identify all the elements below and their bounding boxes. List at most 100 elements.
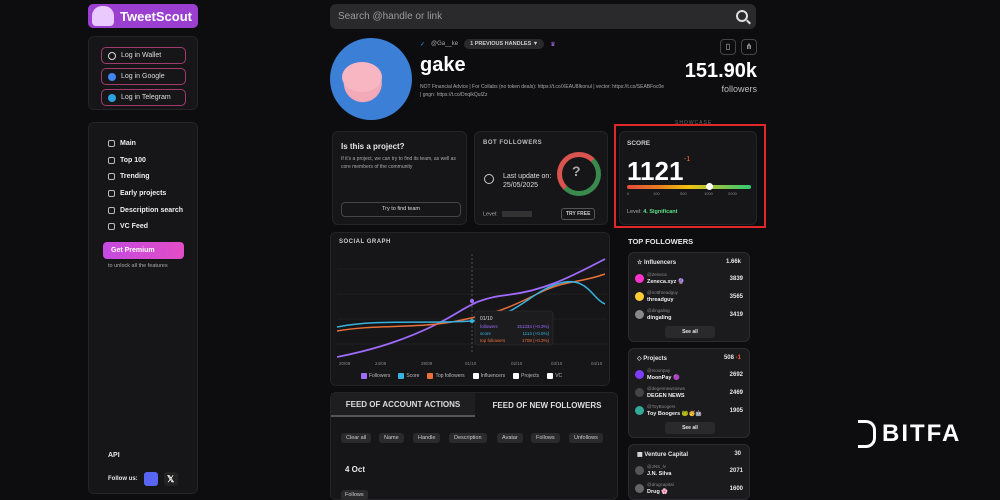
avatar [635,310,644,319]
followers-count: 151.90k [684,60,757,82]
previous-handles-dropdown[interactable]: 1 PREVIOUS HANDLES ▼ [464,39,545,49]
legend-label: Top followers [435,373,465,379]
filter-unfollows[interactable]: Unfollows [569,433,603,443]
brand-name: TweetScout [120,8,192,24]
tooltip-row-value: 1708 (+0.3%) [522,338,550,343]
tooltip-row-label: top followers [480,338,506,343]
legend-top-followers[interactable]: Top followers [427,373,465,379]
project-card-title: Is this a project? [341,142,405,151]
sidebar-item-label: Main [120,140,136,147]
checkbox-icon [472,373,479,379]
profile-handle[interactable]: @Ga__ke [431,41,458,47]
list-item[interactable]: @notthreadguy threadguy 3565 [635,289,743,307]
avatar [635,406,644,415]
follower-name: J.N. Silva [647,471,672,477]
find-team-button[interactable]: Try to find team [341,202,461,217]
list-item[interactable]: @degennewsnews DEGEN NEWS 2469 [635,385,743,403]
search-bar[interactable]: Search @handle or link [330,4,756,29]
twitter-icon: ✓ [420,41,426,48]
bot-update-info: Last update on: 25/05/2025 [503,172,551,190]
share-icon[interactable]: ⋔ [741,39,757,55]
sidebar-item-main[interactable]: Main [108,140,136,147]
avatar [635,274,644,283]
legend-influencers[interactable]: Influencers [472,373,505,379]
list-item[interactable]: @drugcapital Drug 🌸 1600 [635,481,743,499]
api-link[interactable]: API [108,452,120,459]
blurred-value [501,211,532,217]
legend-projects[interactable]: Projects [513,373,539,379]
sidebar-item-vc-feed[interactable]: VC Feed [108,223,148,230]
projects-card: ◇ Projects 508 -1 @moonpay MoonPay 🟣 269… [628,348,750,438]
group-count-wrap: 508 -1 [724,355,741,361]
see-all-button[interactable]: See all [665,422,715,434]
avatar [635,388,644,397]
follower-name: dingaling [647,315,672,321]
tab-account-actions[interactable]: FEED OF ACCOUNT ACTIONS [331,393,475,417]
list-item[interactable]: @JNS_lv J.N. Silva 2071 [635,463,743,481]
filter-clear-all[interactable]: Clear all [341,433,372,443]
get-premium-button[interactable]: Get Premium [103,242,184,259]
follower-score: 3565 [729,294,743,300]
list-item[interactable]: @ToyBoogers Toy Boogers 🐸🥳🤖 1905 [635,403,743,421]
tab-new-followers[interactable]: FEED OF NEW FOLLOWERS [475,393,619,417]
try-free-button[interactable]: TRY FREE [561,208,596,220]
list-item[interactable]: @Zeneca Zeneca.xyz 🔮 3839 [635,271,743,289]
x-tick-label: 01/10 [465,361,477,366]
sidebar-item-early-projects[interactable]: Early projects [108,190,166,197]
checkbox-icon [547,373,554,379]
search-input[interactable]: Search @handle or link [338,11,442,22]
follower-name: Toy Boogers 🐸🥳🤖 [647,411,703,417]
list-item[interactable]: @dingaling dingaling 3419 [635,307,743,325]
bot-update-label: Last update on: [503,173,552,180]
login-google-button[interactable]: Log in Google [101,68,186,85]
filter-follows[interactable]: Follows [531,433,560,443]
sidebar-item-label: Early projects [120,190,167,197]
tooltip-row-value: 1114 (+0.5%) [523,331,550,336]
search-icon[interactable] [736,10,748,22]
feed-panel: FEED OF ACCOUNT ACTIONS FEED OF NEW FOLL… [330,392,618,500]
legend-followers[interactable]: Followers [361,373,390,379]
tooltip-row-label: score [480,331,492,336]
sidebar-item-description-search[interactable]: Description search [108,207,183,214]
filter-description[interactable]: Description [449,433,487,443]
follower-name: MoonPay 🟣 [647,375,680,381]
follower-name: Drug 🌸 [647,489,669,495]
group-name: Influencers [644,260,677,266]
brand-logo[interactable]: TweetScout [88,4,198,28]
score-highlight-box [614,124,766,228]
login-telegram-label: Log in Telegram [121,94,171,101]
followers-line [337,258,606,358]
discord-icon[interactable] [143,472,158,486]
checkbox-icon [513,373,520,379]
sidebar-item-top100[interactable]: Top 100 [108,157,146,164]
sidebar-item-trending[interactable]: Trending [108,173,150,180]
follower-handle: @Zeneca [647,272,667,277]
social-graph-chart[interactable]: 01/10 followers 151334 (+0.3%) score 111… [337,249,607,369]
legend-score[interactable]: Score [398,373,419,379]
feed-item-follows[interactable]: Follows [341,490,368,500]
login-telegram-button[interactable]: Log in Telegram [101,89,186,106]
legend-vc[interactable]: VC [547,373,562,379]
bookmark-icon[interactable]: ▯ [720,39,736,55]
list-item[interactable]: @moonpay MoonPay 🟣 2692 [635,367,743,385]
top-followers-title: TOP FOLLOWERS [628,237,694,246]
feed-icon [108,223,115,230]
social-graph-card: SOCIAL GRAPH 01/10 followers 151334 (+0.… [330,232,610,386]
x-icon[interactable]: 𝕏 [163,472,178,486]
project-card-desc: If it's a project, we can try to find it… [341,156,456,170]
refresh-icon[interactable] [484,174,494,184]
avatar [635,370,644,379]
see-all-button[interactable]: See all [665,326,715,338]
bot-followers-title: BOT FOLLOWERS [483,140,543,146]
follower-handle: @degennewsnews [647,386,686,391]
filter-handle[interactable]: Handle [413,433,441,443]
google-icon [108,72,116,81]
follow-us-label: Follow us: [108,476,138,482]
trophy-icon [108,157,115,164]
filter-avatar[interactable]: Avatar [497,433,523,443]
filter-name[interactable]: Name [379,433,404,443]
follower-handle: @ToyBoogers [647,404,676,409]
group-count: 1.66k [725,259,741,265]
bot-update-date: 25/05/2025 [503,182,539,190]
login-wallet-button[interactable]: Log in Wallet [101,47,186,64]
